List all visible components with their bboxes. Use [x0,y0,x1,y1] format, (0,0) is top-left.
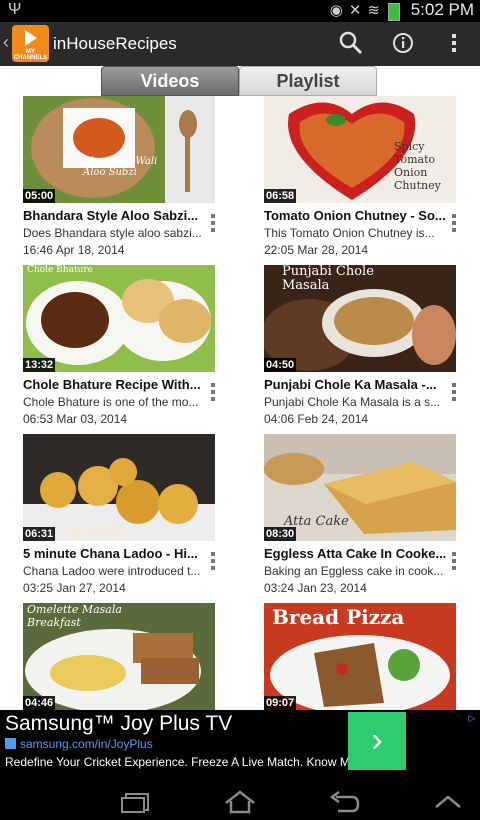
video-thumbnail[interactable]: Chole Bhature 13:32 [23,265,215,372]
video-thumbnail[interactable]: Atta Cake 08:30 [264,434,456,541]
back-caret-icon[interactable]: ‹ [3,32,9,53]
search-icon[interactable] [338,30,364,56]
video-description: This Tomato Onion Chutney is... [264,226,435,240]
video-date: 06:53 Mar 03, 2014 [23,412,128,426]
video-more-icon[interactable] [451,552,457,574]
app-title: inHouseRecipes [53,34,177,53]
mute-icon: ✕ [348,2,368,19]
video-thumbnail[interactable]: Bread Pizza 09:07 [264,603,456,710]
video-more-icon[interactable] [210,383,216,405]
app-logo[interactable]: MY CHANNELS [12,25,49,62]
chevron-up-icon[interactable] [430,789,466,815]
duration-badge: 04:46 [23,696,56,710]
duration-badge: 13:32 [23,358,56,372]
video-description: Does Bhandara style aloo sabzi... [23,226,202,240]
video-date: 03:25 Jan 27, 2014 [23,581,126,595]
video-title: 5 minute Chana Ladoo - Hi... [23,546,198,561]
thumbnail-image [23,96,215,203]
tab-bar: Videos Playlist [0,66,480,96]
ad-title[interactable]: Samsung™ Joy Plus TV [5,712,232,736]
duration-badge: 05:00 [23,189,56,203]
video-date: 04:06 Feb 24, 2014 [264,412,369,426]
thumbnail-caption: Omelette Masala Breakfast [27,603,122,629]
video-title: Chole Bhature Recipe With... [23,377,201,392]
thumbnail-caption: Bread Pizza [272,605,405,629]
overflow-menu-icon[interactable] [441,30,467,56]
favicon-icon [5,738,16,749]
video-description: Punjabi Chole Ka Masala is a s... [264,395,441,409]
video-thumbnail[interactable]: Bhandara Wali Aloo Subzi 05:00 [23,96,215,203]
ad-url-text: samsung.com/in/JoyPlus [20,737,153,751]
status-icons: ◉✕≋ [330,1,386,19]
play-icon [25,30,37,46]
video-date: 22:05 Mar 28, 2014 [264,243,369,257]
home-icon[interactable] [222,789,258,815]
ad-cta-button[interactable]: › [348,712,406,770]
duration-badge: 06:58 [264,189,297,203]
usb-icon: Ψ [8,1,22,18]
ad-url[interactable]: samsung.com/in/JoyPlus [5,737,153,751]
video-date: 16:46 Apr 18, 2014 [23,243,125,257]
recent-apps-icon[interactable] [118,789,154,815]
thumbnail-caption: Chole Bhature [27,265,93,275]
video-more-icon[interactable] [451,383,457,405]
video-description: Chana Ladoo were introduced t... [23,564,201,578]
thumbnail-caption: Punjabi Chole Masala [282,265,374,293]
video-thumbnail[interactable]: Punjabi Chole Masala 04:50 [264,265,456,372]
video-thumbnail[interactable]: Omelette Masala Breakfast 04:46 [23,603,215,710]
wifi-icon: ≋ [367,2,386,19]
video-title: Bhandara Style Aloo Sabzi... [23,208,199,223]
battery-icon [388,3,400,21]
logo-label: MY CHANNELS [13,49,48,61]
status-bar: Ψ ◉✕≋ 5:02 PM [0,0,480,22]
tab-playlist[interactable]: Playlist [239,66,377,96]
video-more-icon[interactable] [451,214,457,236]
video-grid: Bhandara Wali Aloo Subzi 05:00 Bhandara … [0,96,480,710]
back-icon[interactable] [326,789,362,815]
status-time: 5:02 PM [410,0,474,19]
video-title: Eggless Atta Cake In Cooke... [264,546,447,561]
video-more-icon[interactable] [210,552,216,574]
video-date: 03:24 Jan 23, 2014 [264,581,367,595]
video-thumbnail[interactable]: Spicy Tomato Onion Chutney 06:58 [264,96,456,203]
video-more-icon[interactable] [210,214,216,236]
thumbnail-caption: na Ladoo [68,522,124,536]
duration-badge: 04:50 [264,358,297,372]
tab-videos[interactable]: Videos [101,66,239,96]
duration-badge: 08:30 [264,527,297,541]
video-description: Chole Bhature is one of the mo... [23,395,199,409]
ad-text: Redefine Your Cricket Experience. Freeze… [5,755,371,769]
ad-banner[interactable]: Samsung™ Joy Plus TV samsung.com/in/JoyP… [0,710,480,783]
video-title: Punjabi Chole Ka Masala -... [264,377,437,392]
thumbnail-caption: Spicy Tomato Onion Chutney [394,140,441,192]
thumbnail-caption: Bhandara Wali Aloo Subzi [83,156,158,178]
video-thumbnail[interactable]: na Ladoo 06:31 [23,434,215,541]
thumbnail-image [23,265,215,372]
info-icon[interactable] [390,30,416,56]
action-bar: ‹ MY CHANNELS inHouseRecipes [0,22,480,67]
video-title: Tomato Onion Chutney - So... [264,208,446,223]
duration-badge: 06:31 [23,527,56,541]
video-description: Baking an Eggless cake in cook... [264,564,444,578]
duration-badge: 09:07 [264,696,297,710]
system-nav-bar [0,783,480,820]
eye-icon: ◉ [329,2,349,19]
adchoices-icon[interactable]: ▷ [466,712,478,724]
